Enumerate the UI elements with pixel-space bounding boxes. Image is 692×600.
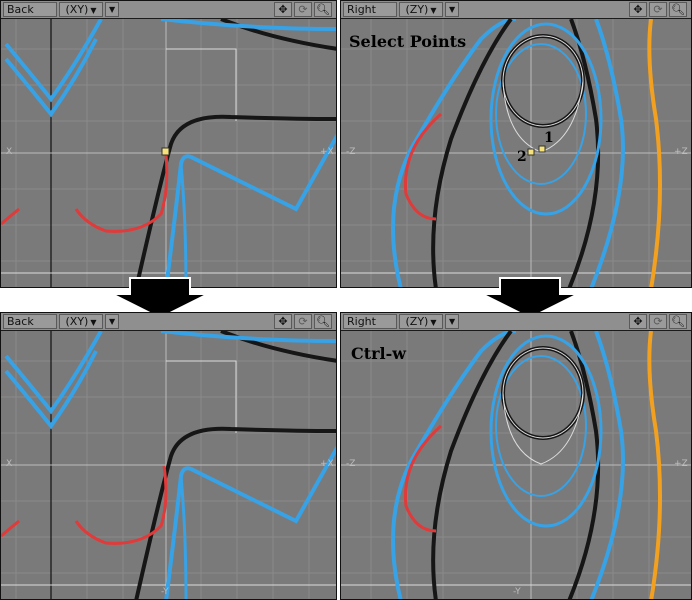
selected-point-1[interactable] — [538, 145, 546, 153]
chevron-down-icon: ▼ — [449, 5, 456, 14]
dropdown-arrow-icon: ▼ — [90, 6, 97, 15]
move-icon[interactable]: ✥ — [629, 314, 647, 329]
chevron-down-icon: ▼ — [109, 5, 116, 14]
axis-label-left: X — [6, 459, 13, 469]
zoom-icon[interactable]: 🔍︎ — [314, 2, 332, 17]
view-label: Back — [7, 3, 34, 16]
viewport-back-bottom[interactable]: Back (XY) ▼ ▼ ✥ ⟳ 🔍︎ X +X -Y — [0, 312, 337, 600]
view-selector[interactable]: Right — [343, 2, 397, 17]
rotate-icon[interactable]: ⟳ — [649, 2, 667, 17]
projection-selector[interactable]: (XY) ▼ — [59, 314, 103, 329]
move-icon[interactable]: ✥ — [274, 2, 292, 17]
viewport-toolbar: Back (XY) ▼ ▼ ✥ ⟳ 🔍︎ — [1, 1, 336, 19]
move-icon[interactable]: ✥ — [274, 314, 292, 329]
dropdown-arrow-icon: ▼ — [430, 6, 437, 15]
viewport-toolbar: Right (ZY) ▼ ▼ ✥ ⟳ 🔍︎ — [341, 313, 691, 331]
axis-label-left: X — [6, 147, 13, 157]
selected-point[interactable] — [161, 147, 170, 156]
rotate-icon[interactable]: ⟳ — [294, 2, 312, 17]
viewport-menu-button[interactable]: ▼ — [105, 2, 119, 17]
view-label: Back — [7, 315, 34, 328]
view-selector[interactable]: Back — [3, 2, 57, 17]
dropdown-arrow-icon: ▼ — [430, 318, 437, 327]
viewport-menu-button[interactable]: ▼ — [445, 314, 459, 329]
projection-label: (XY) — [65, 315, 89, 328]
caption-select-points: Select Points — [349, 32, 467, 51]
axis-label-right: +X — [320, 147, 334, 157]
view-label: Right — [347, 315, 376, 328]
axis-label-bottom: -Y — [513, 587, 521, 597]
zoom-icon[interactable]: 🔍︎ — [669, 314, 687, 329]
axis-label-bottom: -Y — [161, 587, 169, 597]
viewport-canvas[interactable] — [1, 331, 337, 600]
projection-selector[interactable]: (XY) ▼ — [59, 2, 103, 17]
viewport-menu-button[interactable]: ▼ — [445, 2, 459, 17]
viewport-toolbar: Back (XY) ▼ ▼ ✥ ⟳ 🔍︎ — [1, 313, 336, 331]
viewport-canvas[interactable] — [341, 331, 692, 600]
axis-label-right: +Z — [674, 459, 688, 469]
projection-label: (ZY) — [405, 3, 429, 16]
rotate-icon[interactable]: ⟳ — [294, 314, 312, 329]
viewport-right-bottom[interactable]: Right (ZY) ▼ ▼ ✥ ⟳ 🔍︎ Ctrl-w -Z +Z -Y — [340, 312, 692, 600]
axis-label-left: -Z — [346, 147, 356, 157]
viewport-toolbar: Right (ZY) ▼ ▼ ✥ ⟳ 🔍︎ — [341, 1, 691, 19]
view-selector[interactable]: Right — [343, 314, 397, 329]
axis-label-right: +Z — [674, 147, 688, 157]
rotate-icon[interactable]: ⟳ — [649, 314, 667, 329]
selected-point-2[interactable] — [527, 148, 535, 156]
chevron-down-icon: ▼ — [109, 317, 116, 326]
point-label-2: 2 — [517, 149, 527, 165]
dropdown-arrow-icon: ▼ — [90, 318, 97, 327]
view-selector[interactable]: Back — [3, 314, 57, 329]
projection-selector[interactable]: (ZY) ▼ — [399, 2, 443, 17]
zoom-icon[interactable]: 🔍︎ — [669, 2, 687, 17]
viewport-right-top[interactable]: Right (ZY) ▼ ▼ ✥ ⟳ 🔍︎ Select Points 1 2 -… — [340, 0, 692, 288]
chevron-down-icon: ▼ — [449, 317, 456, 326]
projection-label: (ZY) — [405, 315, 429, 328]
move-icon[interactable]: ✥ — [629, 2, 647, 17]
projection-label: (XY) — [65, 3, 89, 16]
caption-ctrl-w: Ctrl-w — [351, 344, 407, 363]
projection-selector[interactable]: (ZY) ▼ — [399, 314, 443, 329]
point-label-1: 1 — [544, 130, 554, 146]
viewport-back-top[interactable]: Back (XY) ▼ ▼ ✥ ⟳ 🔍︎ X +X — [0, 0, 337, 288]
viewport-menu-button[interactable]: ▼ — [105, 314, 119, 329]
zoom-icon[interactable]: 🔍︎ — [314, 314, 332, 329]
view-label: Right — [347, 3, 376, 16]
axis-label-left: -Z — [346, 459, 356, 469]
axis-label-right: +X — [320, 459, 334, 469]
viewport-canvas[interactable] — [1, 19, 337, 288]
